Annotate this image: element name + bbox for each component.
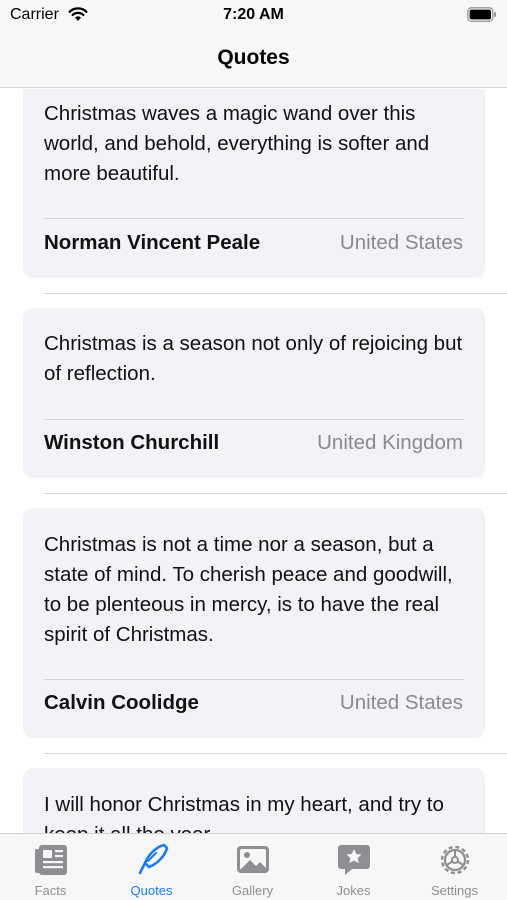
quote-text: I will honor Christmas in my heart, and … <box>44 793 444 833</box>
quote-card[interactable]: Christmas waves a magic wand over this w… <box>23 89 485 278</box>
photo-icon <box>237 846 269 873</box>
quote-card[interactable]: I will honor Christmas in my heart, and … <box>23 768 485 833</box>
quotes-list[interactable]: Christmas waves a magic wand over this w… <box>0 89 507 833</box>
tab-label: Settings <box>431 883 478 898</box>
card-divider <box>44 419 464 420</box>
quill-icon <box>138 843 169 875</box>
quote-author: Norman Vincent Peale <box>44 231 261 254</box>
tab-gallery[interactable]: Gallery <box>202 834 303 900</box>
quote-author: Calvin Coolidge <box>44 691 199 714</box>
quote-text: Christmas is not a time nor a season, bu… <box>44 533 453 646</box>
card-divider <box>44 679 464 680</box>
quote-text: Christmas waves a magic wand over this w… <box>44 102 430 185</box>
quote-country: United Kingdom <box>317 431 463 454</box>
tab-label: Facts <box>34 883 67 898</box>
card-divider <box>44 218 464 219</box>
quote-country: United States <box>339 691 463 714</box>
page-title: Quotes <box>217 46 290 69</box>
battery-icon <box>467 7 496 22</box>
tab-quotes[interactable]: Quotes <box>101 834 202 900</box>
row-separator <box>44 493 507 494</box>
tab-label: Quotes <box>130 883 173 898</box>
status-bar: Carrier 7:20 AM <box>0 0 507 30</box>
tab-settings[interactable]: Settings <box>404 834 505 900</box>
gear-icon <box>440 845 470 875</box>
tab-jokes[interactable]: Jokes <box>303 834 404 900</box>
tab-facts[interactable]: Facts <box>0 834 101 900</box>
quote-card[interactable]: Christmas is a season not only of rejoic… <box>23 308 485 478</box>
quote-author: Winston Churchill <box>44 431 220 454</box>
star-bubble-icon <box>338 845 370 875</box>
tab-bar: Facts Quotes Gallery Jokes Settings <box>0 833 507 900</box>
row-separator <box>44 293 507 294</box>
status-time: 7:20 AM <box>223 6 284 23</box>
tab-label: Jokes <box>336 883 371 898</box>
row-separator <box>44 753 507 754</box>
newspaper-icon <box>35 845 67 875</box>
tab-label: Gallery <box>231 883 274 898</box>
quote-country: United States <box>339 231 463 254</box>
navigation-bar: Quotes <box>0 30 507 88</box>
quote-text: Christmas is a season not only of rejoic… <box>44 332 463 385</box>
quote-card[interactable]: Christmas is not a time nor a season, bu… <box>23 508 485 738</box>
